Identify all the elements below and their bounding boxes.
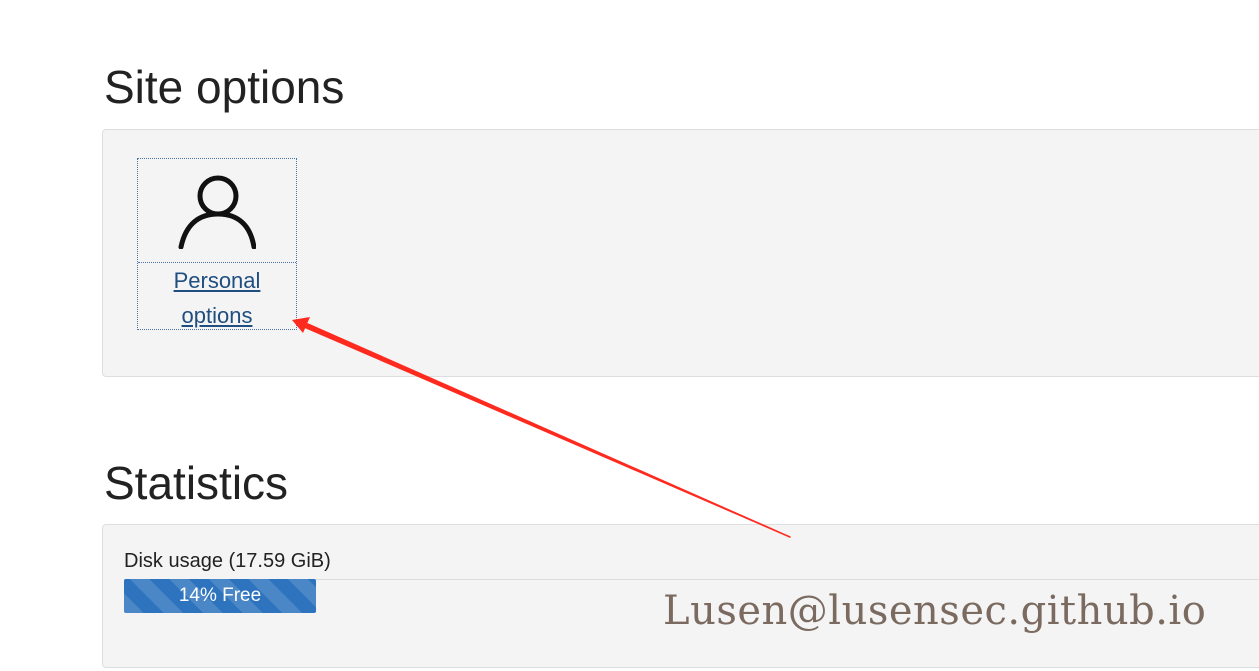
disk-free-progress-text: 14% Free	[178, 585, 262, 606]
disk-usage-label: Disk usage (17.59 GiB)	[124, 550, 331, 572]
tile-icon-area[interactable]	[138, 159, 296, 263]
watermark: Lusen@lusensec.github.io	[663, 588, 1207, 634]
site-options-panel: Personal options	[102, 129, 1259, 377]
page: Site options Personal options Statistics…	[0, 0, 1259, 671]
statistics-heading: Statistics	[104, 457, 289, 509]
disk-free-progress-bar: 14% Free	[124, 579, 316, 613]
personal-options-link-line1[interactable]: Personal	[138, 263, 296, 298]
user-icon	[178, 175, 256, 249]
personal-options-link-line2[interactable]: options	[138, 298, 296, 333]
personal-options-link[interactable]: Personal options	[138, 263, 296, 333]
personal-options-tile[interactable]: Personal options	[137, 158, 297, 330]
site-options-heading: Site options	[104, 61, 345, 113]
